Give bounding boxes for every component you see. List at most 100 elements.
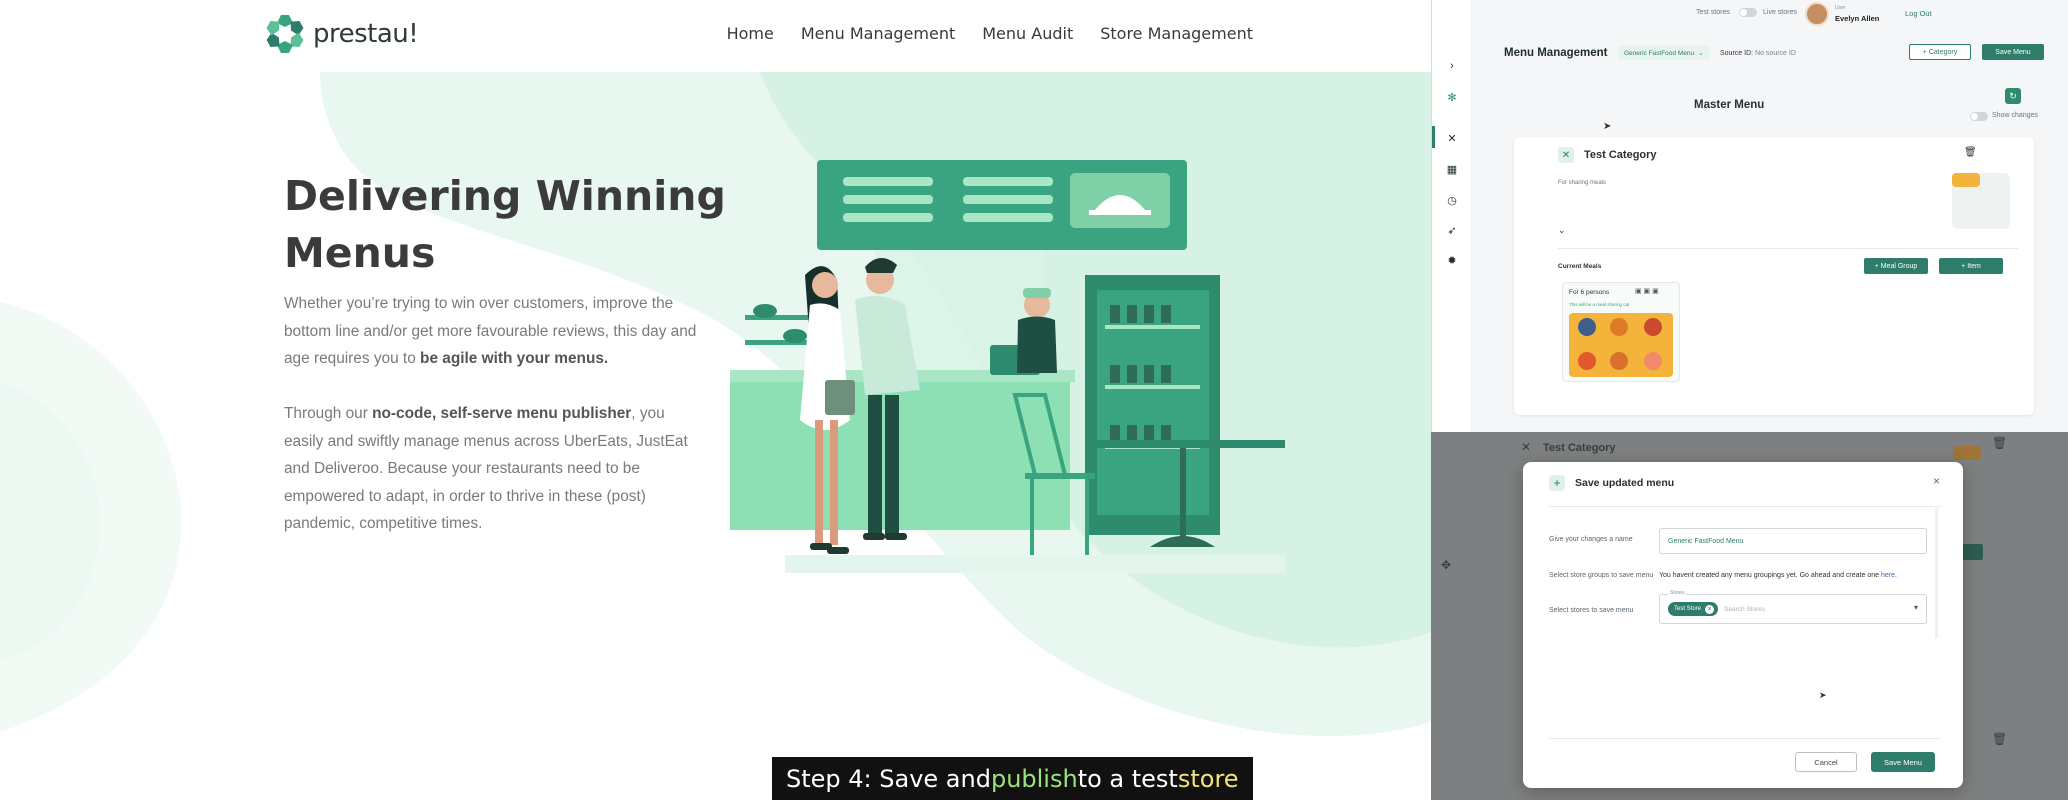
hero-paragraph-2-bold: no-code, self-serve menu publisher — [372, 405, 632, 422]
scrollbar[interactable] — [1935, 508, 1938, 638]
prestau-logo[interactable]: prestau! — [265, 14, 419, 54]
live-stores-label: Live stores — [1763, 9, 1797, 16]
category-image-thumb — [1952, 173, 1980, 187]
user-name: Evelyn Allen — [1835, 14, 1880, 23]
add-category-button[interactable]: + Category — [1909, 44, 1971, 60]
logout-link[interactable]: Log Out — [1905, 9, 1932, 18]
gear-icon[interactable]: ✹ — [1444, 252, 1460, 268]
top-navigation: prestau! Home Menu Management Menu Audit… — [0, 0, 1431, 72]
test-stores-label: Test stores — [1696, 9, 1730, 16]
store-groups-label: Select store groups to save menu — [1549, 572, 1654, 579]
meal-group-name: For 6 persons — [1569, 289, 1610, 296]
plus-icon: + — [1549, 475, 1565, 491]
utensils-icon: ✕ — [1521, 440, 1532, 454]
step-caption: Step 4: Save and publish to a test store — [772, 757, 1253, 800]
store-chip-label: Test Store — [1674, 606, 1702, 612]
save-menu-confirm-button[interactable]: Save Menu — [1871, 752, 1935, 772]
stores-legend: Stores — [1668, 590, 1687, 596]
change-name-input[interactable]: Generic FastFood Menu — [1659, 528, 1927, 554]
hero-paragraph-1: Whether you’re trying to win over custom… — [284, 290, 704, 373]
nav-home[interactable]: Home — [727, 24, 774, 43]
restaurant-illustration — [730, 160, 1285, 573]
user-avatar[interactable] — [1805, 2, 1829, 26]
chevron-down-icon: ⌄ — [1698, 50, 1704, 57]
menu-select-value: Generic FastFood Menu — [1624, 49, 1695, 57]
nav-menu-management[interactable]: Menu Management — [801, 24, 955, 43]
create-group-link[interactable]: here. — [1881, 572, 1897, 579]
trash-icon[interactable]: 🗑 — [1964, 147, 1977, 158]
hero-paragraph-2-pre: Through our — [284, 405, 373, 422]
save-menu-dialog: + Save updated menu × Give your changes … — [1523, 462, 1963, 788]
remove-chip-icon[interactable]: × — [1705, 604, 1715, 614]
store-groups-text: You havent created any menu groupings ye… — [1659, 572, 1881, 579]
caption-part-3: to a test — [1077, 764, 1178, 793]
meal-group-card[interactable]: For 6 persons ▣ ▣ ▣ This will be a meal … — [1562, 282, 1680, 382]
store-groups-message: You havent created any menu groupings ye… — [1659, 572, 1897, 579]
source-id-label: Source ID: — [1720, 50, 1754, 57]
hero-title: Delivering Winning Menus — [284, 172, 726, 277]
modal-overlay: Test Category ✕ 🗑 ✥ 🗑 + Save updated men… — [1431, 432, 2068, 800]
nav-menu-audit[interactable]: Menu Audit — [982, 24, 1073, 43]
master-menu-title: Master Menu — [1694, 99, 1765, 111]
stores-select[interactable]: Stores Test Store × Search Stores ▾ — [1659, 590, 1927, 624]
caption-highlight-store: store — [1177, 764, 1239, 793]
app-sidebar: › ✻ ✕ ▦ ◷ ➶ ✹ — [1432, 0, 1472, 432]
refresh-icon[interactable]: ↻ — [2005, 88, 2021, 104]
stores-search-placeholder: Search Stores — [1724, 605, 1766, 613]
app-topbar: Test stores Live stores User Evelyn Alle… — [1472, 0, 2068, 30]
page-title: Menu Management — [1504, 47, 1608, 59]
meal-image — [1569, 313, 1673, 377]
divider — [1549, 506, 1941, 507]
caption-part-1: Step 4: Save and — [786, 764, 991, 793]
rocket-icon[interactable]: ➶ — [1444, 222, 1460, 238]
category-description: For sharing meals — [1558, 180, 1607, 186]
add-meal-group-button[interactable]: + Meal Group — [1864, 258, 1928, 274]
cancel-button[interactable]: Cancel — [1795, 752, 1857, 772]
category-image[interactable] — [1952, 173, 2010, 229]
drag-handle-icon: ✥ — [1441, 558, 1452, 572]
stores-label: Select stores to save menu — [1549, 607, 1634, 614]
name-label: Give your changes a name — [1549, 536, 1633, 543]
logo-icon — [266, 15, 304, 53]
meal-group-description: This will be a meal sharing cat — [1569, 302, 1630, 307]
chevron-right-icon[interactable]: › — [1444, 58, 1460, 74]
marketing-site: prestau! Home Menu Management Menu Audit… — [0, 0, 1431, 800]
dialog-title: Save updated menu — [1575, 477, 1675, 489]
add-item-button[interactable]: + Item — [1939, 258, 2003, 274]
source-id: Source ID: No source ID — [1720, 50, 1796, 57]
menu-select[interactable]: Generic FastFood Menu ⌄ — [1618, 46, 1710, 60]
store-icon[interactable]: ▦ — [1444, 161, 1460, 177]
category-card: ✕ Test Category 🗑 For sharing meals ⌄ Cu… — [1514, 137, 2034, 415]
trash-icon: 🗑 — [1992, 436, 2008, 450]
meal-group-actions[interactable]: ▣ ▣ ▣ — [1635, 287, 1659, 295]
store-chip[interactable]: Test Store × — [1668, 602, 1719, 616]
utensils-icon: ✕ — [1558, 147, 1574, 163]
mouse-cursor: ➤ — [1819, 690, 1827, 700]
utensils-icon[interactable]: ✕ — [1444, 130, 1460, 146]
food-icons — [1578, 318, 1662, 370]
show-changes-toggle[interactable] — [1970, 112, 1988, 121]
divider — [1549, 738, 1941, 739]
trash-icon: 🗑 — [1992, 732, 2008, 746]
source-id-value: No source ID — [1755, 50, 1796, 57]
main-nav: Home Menu Management Menu Audit Store Ma… — [727, 24, 1253, 43]
divider — [1558, 248, 2018, 249]
clock-icon[interactable]: ◷ — [1444, 192, 1460, 208]
category-name: Test Category — [1584, 149, 1657, 161]
mouse-cursor: ➤ — [1603, 121, 1612, 132]
save-menu-button[interactable]: Save Menu — [1982, 44, 2044, 60]
user-role: User — [1835, 5, 1846, 11]
dropdown-arrow-icon[interactable]: ▾ — [1914, 603, 1918, 612]
logo-icon[interactable]: ✻ — [1444, 89, 1460, 105]
current-meals-label: Current Meals — [1558, 263, 1602, 270]
show-changes-label: Show changes — [1992, 112, 2038, 119]
close-icon[interactable]: × — [1933, 474, 1940, 488]
chevron-down-icon[interactable]: ⌄ — [1558, 225, 1566, 236]
hero-paragraph-2: Through our no-code, self-serve menu pub… — [284, 400, 704, 538]
nav-store-management[interactable]: Store Management — [1100, 24, 1253, 43]
caption-highlight-publish: publish — [990, 764, 1078, 793]
store-mode-toggle[interactable] — [1739, 8, 1757, 17]
menu-management-app: › ✻ ✕ ▦ ◷ ➶ ✹ Test stores Live stores Us… — [1431, 0, 2068, 432]
background-image-thumb — [1953, 446, 1981, 460]
hero-paragraph-1-bold: be agile with your menus. — [420, 350, 609, 367]
